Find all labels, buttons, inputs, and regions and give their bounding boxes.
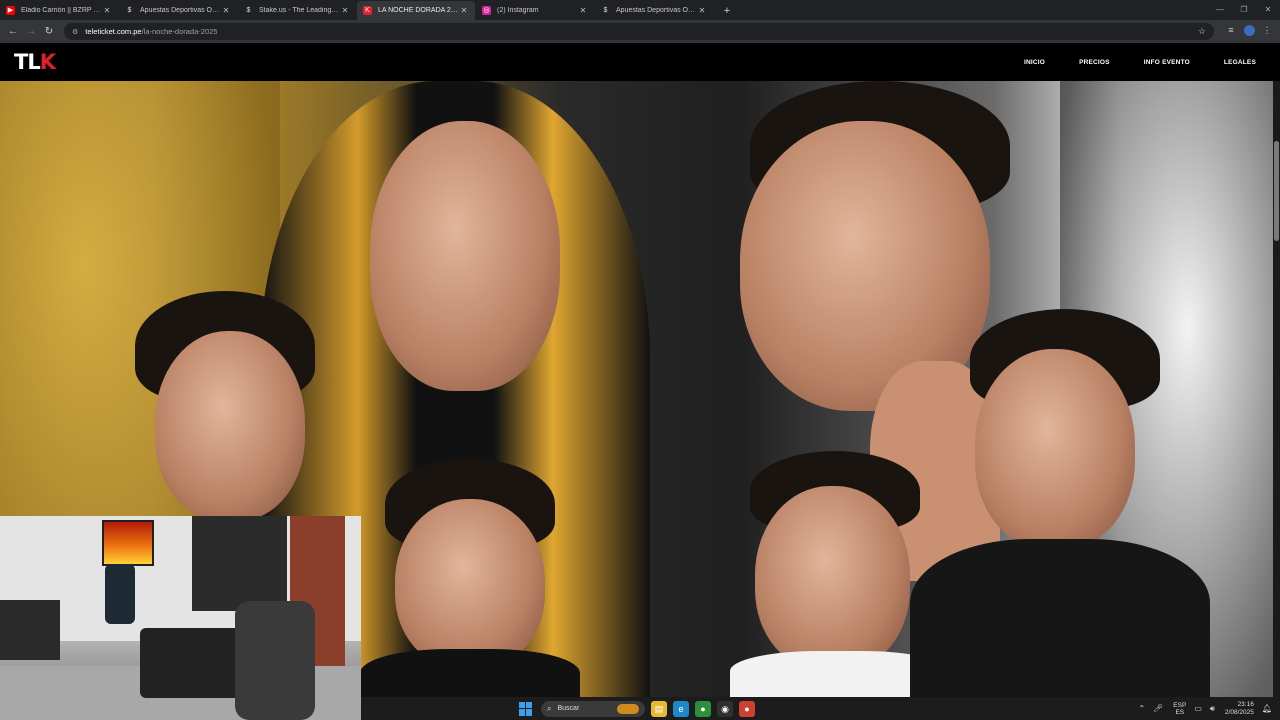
room-desk <box>0 600 60 660</box>
site-header: TLK INICIO PRECIOS INFO EVENTO LEGALES <box>0 43 1280 81</box>
close-tab-icon[interactable]: ✕ <box>578 6 588 15</box>
site-info-icon[interactable]: ⚙ <box>72 28 78 36</box>
minimize-icon[interactable]: — <box>1208 0 1232 20</box>
face <box>370 121 560 391</box>
site-nav: INICIO PRECIOS INFO EVENTO LEGALES <box>990 59 1256 66</box>
stake-icon: $ <box>603 7 608 14</box>
nav-link-info-evento[interactable]: INFO EVENTO <box>1144 59 1190 66</box>
language-indicator[interactable]: ESP ES <box>1173 702 1186 716</box>
webcam-overlay <box>0 516 361 720</box>
windows-taskbar: ⌕ Buscar ▤ e ● ◉ ● ⌃ 🎤︎ ESP ES ▭ 🔊︎ 23:1… <box>361 697 1280 720</box>
shirt <box>360 649 580 697</box>
tab-title: Eladio Carrión || BZRP Music Se <box>21 7 102 14</box>
reload-icon[interactable]: ↻ <box>40 23 58 41</box>
fighter-bottom-center <box>360 459 580 697</box>
notification-icon[interactable]: 🔔︎ <box>1262 704 1272 713</box>
tab-title: Stake.us - The Leading Social C <box>259 7 340 14</box>
browser-tab-active[interactable]: K LA NOCHE DORADA 2025 | TEL ✕ <box>357 1 475 20</box>
fighter-far-right <box>910 309 1210 697</box>
stake-icon: $ <box>127 7 132 14</box>
windows-start-icon[interactable] <box>519 701 533 716</box>
shirt <box>910 539 1210 697</box>
maximize-icon[interactable]: ❐ <box>1232 0 1256 20</box>
microphone-icon[interactable]: 🎤︎ <box>1153 704 1163 713</box>
forward-icon[interactable]: → <box>22 23 40 41</box>
gaming-chair-front <box>235 601 315 720</box>
room-curtain <box>192 516 287 611</box>
tab-title: Apuestas Deportivas Online - R <box>140 7 221 14</box>
search-highlight-icon <box>617 703 639 714</box>
close-tab-icon[interactable]: ✕ <box>459 6 469 15</box>
tab-title: LA NOCHE DORADA 2025 | TEL <box>378 7 459 14</box>
volume-icon[interactable]: 🔊︎ <box>1210 704 1215 714</box>
clock[interactable]: 23:16 2/08/2025 <box>1225 701 1254 717</box>
logo-text: TL <box>14 50 41 74</box>
close-tab-icon[interactable]: ✕ <box>340 6 350 15</box>
back-icon[interactable]: ← <box>4 23 22 41</box>
url-path: /la-noche-dorada-2025 <box>141 27 218 36</box>
search-icon: ⌕ <box>547 703 552 713</box>
url-host: teleticket.com.pe <box>85 27 142 36</box>
gaming-chair-back <box>105 564 135 624</box>
nav-link-precios[interactable]: PRECIOS <box>1079 59 1110 66</box>
tray-chevron-icon[interactable]: ⌃ <box>1138 704 1145 713</box>
lang-bottom: ES <box>1175 708 1185 716</box>
browser-tab[interactable]: $ Stake.us - The Leading Social C ✕ <box>238 1 356 20</box>
nav-link-inicio[interactable]: INICIO <box>1024 59 1045 66</box>
window-controls: — ❐ ✕ <box>1208 0 1280 20</box>
extensions-icon[interactable]: ≡ <box>1222 25 1240 38</box>
screen: ▶ Eladio Carrión || BZRP Music Se ✕ $ Ap… <box>0 0 1280 720</box>
browser-tab[interactable]: $ Apuestas Deportivas Online - R ✕ <box>119 1 237 20</box>
search-label: Buscar <box>557 705 580 712</box>
close-window-icon[interactable]: ✕ <box>1256 0 1280 20</box>
toolbar-actions: ≡ ⋮ <box>1222 25 1276 38</box>
profile-avatar[interactable] <box>1240 25 1258 38</box>
bookmark-star-icon[interactable]: ☆ <box>1198 26 1206 37</box>
room-tv <box>102 520 154 566</box>
youtube-icon: ▶ <box>6 6 15 15</box>
monitor-icon[interactable]: ▭ <box>1194 704 1202 713</box>
system-tray: ⌃ 🎤︎ ESP ES ▭ 🔊︎ 23:16 2/08/2025 🔔︎ <box>1130 697 1272 720</box>
tab-title: Apuestas Deportivas Online - R <box>616 7 697 14</box>
clock-time: 23:16 <box>1237 700 1254 708</box>
browser-tab-strip: ▶ Eladio Carrión || BZRP Music Se ✕ $ Ap… <box>0 0 1280 20</box>
close-tab-icon[interactable]: ✕ <box>221 6 231 15</box>
clock-date: 2/08/2025 <box>1224 708 1254 716</box>
close-tab-icon[interactable]: ✕ <box>697 6 707 15</box>
face <box>395 499 545 669</box>
browser-tab[interactable]: ▶ Eladio Carrión || BZRP Music Se ✕ <box>0 1 118 20</box>
browser-tab[interactable]: ◎ (2) Instagram ✕ <box>476 1 594 20</box>
edge-icon[interactable]: e <box>673 700 689 717</box>
instagram-icon: ◎ <box>482 6 491 15</box>
browser-tab[interactable]: $ Apuestas Deportivas Online - R ✕ <box>595 1 713 20</box>
taskbar-apps: ⌕ Buscar ▤ e ● ◉ ● <box>519 697 755 720</box>
taskbar-search[interactable]: ⌕ Buscar <box>541 700 645 717</box>
teleticket-icon: K <box>363 6 372 15</box>
stake-icon: $ <box>246 7 251 14</box>
file-explorer-icon[interactable]: ▤ <box>651 700 667 717</box>
chrome-icon[interactable]: ● <box>695 700 711 717</box>
fighter-bottom-right <box>730 451 950 697</box>
tab-title: (2) Instagram <box>497 7 539 14</box>
address-bar[interactable]: ⚙ teleticket.com.pe /la-noche-dorada-202… <box>64 23 1214 40</box>
face <box>755 486 910 671</box>
face <box>155 331 305 521</box>
menu-icon[interactable]: ⋮ <box>1258 25 1276 38</box>
chrome-profile-icon[interactable]: ● <box>739 700 755 717</box>
page-scrollbar[interactable] <box>1273 81 1280 697</box>
new-tab-button[interactable]: + <box>718 2 736 20</box>
site-logo[interactable]: TLK <box>14 50 56 74</box>
obs-icon[interactable]: ◉ <box>717 700 733 717</box>
scrollbar-thumb[interactable] <box>1274 141 1279 241</box>
lang-top: ESP <box>1173 701 1187 709</box>
face <box>975 349 1135 549</box>
browser-toolbar: ← → ↻ ⚙ teleticket.com.pe /la-noche-dora… <box>0 20 1280 43</box>
nav-link-legales[interactable]: LEGALES <box>1224 59 1256 66</box>
logo-accent: K <box>39 50 56 74</box>
close-tab-icon[interactable]: ✕ <box>102 6 112 15</box>
